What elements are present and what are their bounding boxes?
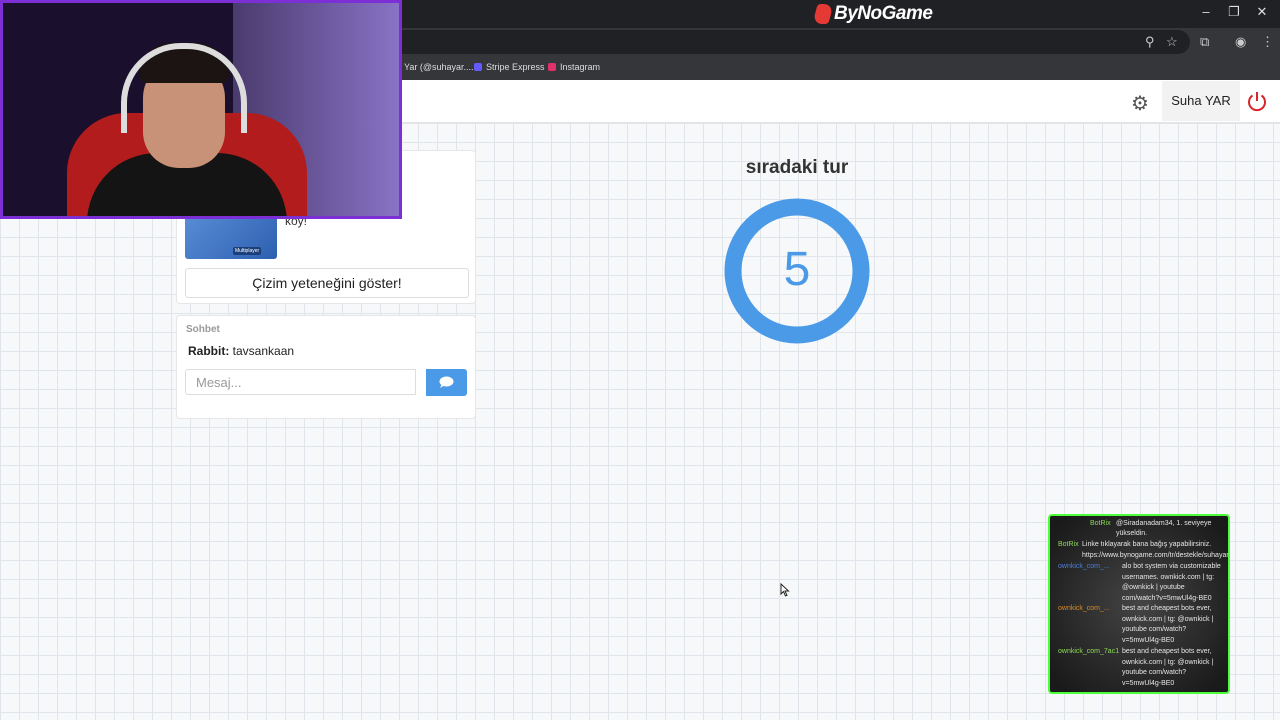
gear-icon[interactable]: ⚙ — [1131, 91, 1149, 116]
chat-bubble-icon — [439, 376, 454, 388]
instagram-icon — [548, 63, 556, 71]
stream-chat-line: https://www.bynogame.com/tr/destekle/suh… — [1082, 552, 1229, 559]
stream-chat-line: @Siradanadam34, 1. seviyeye — [1116, 520, 1212, 527]
mouse-cursor-icon — [780, 583, 790, 597]
show-drawing-skill-button[interactable]: Çizim yeteneğini göster! — [185, 268, 469, 298]
zoom-icon[interactable]: ⚲ — [1145, 34, 1155, 50]
multiplayer-badge: Multiplayer — [233, 247, 262, 255]
stream-chat-user: BotRix — [1090, 520, 1111, 527]
stream-chat-overlay: BotRix @Siradanadam34, 1. seviyeye yükse… — [1048, 514, 1230, 694]
profile-icon[interactable]: ◉ — [1235, 34, 1246, 50]
stream-chat-line: yükseldin. — [1116, 530, 1148, 537]
bookmark-label: Yar (@suhayar.... — [404, 62, 474, 72]
power-icon[interactable] — [1246, 90, 1268, 112]
chat-message: Rabbit: tavsankaan — [188, 344, 294, 358]
brand-name: ByNoGame — [834, 3, 933, 24]
stream-chat-line: youtube com/watch? — [1122, 669, 1187, 676]
stream-chat-user: ownkick_com_7ac1 — [1058, 648, 1120, 655]
stream-chat-line: @ownkick | youtube — [1122, 584, 1185, 591]
stream-chat-line: usernames. ownkick.com | tg: — [1122, 574, 1215, 581]
stream-chat-line: Linke tıklayarak bana bağış yapabilirsin… — [1082, 541, 1212, 548]
bookmark-star-icon[interactable]: ☆ — [1166, 34, 1178, 50]
extensions-icon[interactable]: ⧉ — [1200, 34, 1209, 50]
chat-message-input[interactable]: Mesaj... — [185, 369, 416, 395]
stream-chat-line: v=5mwUl4g-BE0 — [1122, 680, 1175, 687]
stripe-icon — [474, 63, 482, 71]
bookmark-item[interactable]: Stripe Express — [474, 62, 545, 72]
stream-chat-line: com/watch?v=5mwUl4g-BE0 — [1122, 595, 1212, 602]
stream-chat-user: ownkick_com_... — [1058, 563, 1110, 570]
close-icon[interactable]: ✕ — [1252, 4, 1272, 20]
stream-chat-line: best and cheapest bots ever, — [1122, 605, 1212, 612]
stream-chat-line: v=5mwUl4g-BE0 — [1122, 637, 1175, 644]
stream-chat-line: ownkick.com | tg: @ownkick | — [1122, 616, 1214, 623]
username-button[interactable]: Suha YAR — [1162, 81, 1240, 121]
chat-message-user: Rabbit: — [188, 344, 230, 358]
send-message-button[interactable] — [426, 369, 467, 396]
chat-panel: Sohbet Rabbit: tavsankaan Mesaj... — [176, 315, 476, 419]
stream-chat-line: ownkick.com | tg: @ownkick | — [1122, 659, 1214, 666]
minimize-icon[interactable]: – — [1196, 4, 1216, 19]
bookmark-item[interactable]: Yar (@suhayar.... — [404, 62, 474, 72]
bookmark-label: Stripe Express — [486, 62, 545, 72]
brand-logo: ByNoGame — [812, 3, 933, 25]
stream-chat-user: ownkick_com_... — [1058, 605, 1110, 612]
headset-icon — [121, 43, 247, 133]
bookmark-label: Instagram — [560, 62, 601, 72]
webcam-overlay — [0, 0, 402, 219]
stream-chat-line: youtube com/watch? — [1122, 626, 1187, 633]
bynogame-logo-icon — [812, 4, 834, 24]
stream-chat-line: best and cheapest bots ever, — [1122, 648, 1212, 655]
stream-chat-user: BotRix — [1058, 541, 1079, 548]
next-round-label: sıradaki tur — [745, 157, 849, 178]
chat-title: Sohbet — [186, 324, 220, 335]
browser-menu-icon[interactable]: ⋮ — [1261, 34, 1274, 50]
bookmark-item[interactable]: Instagram — [548, 62, 600, 72]
chat-message-text: tavsankaan — [232, 344, 295, 358]
countdown-value: 5 — [783, 243, 811, 296]
stream-chat-line: alo bot system via customizable — [1122, 563, 1221, 570]
maximize-icon[interactable]: ❐ — [1224, 4, 1244, 20]
